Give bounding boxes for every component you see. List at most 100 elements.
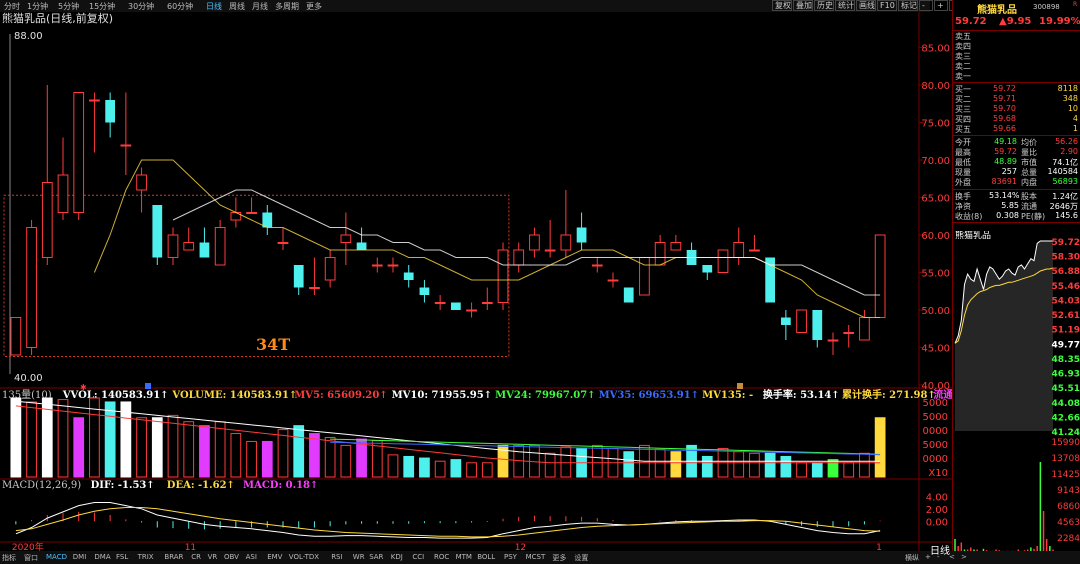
candle-body-4: [73, 92, 85, 213]
candle-body-12: [199, 242, 210, 258]
volume-bar-25: [403, 455, 415, 478]
candle-body-22: [356, 242, 367, 250]
toolbar-button-1[interactable]: 叠加: [793, 0, 813, 11]
intraday-volume-tick-0: 15990: [1051, 438, 1080, 448]
toolbar-button-7[interactable]: -: [919, 0, 933, 11]
quote-divider-2: [953, 82, 1080, 83]
volume-bar-14: [230, 433, 242, 478]
timeframe-tab-6[interactable]: 日线: [206, 1, 222, 12]
toolbar-button-8[interactable]: +: [934, 0, 948, 11]
marker-s-icon: [737, 383, 743, 389]
volume-header-4: MV10: 71955.95↑: [392, 390, 492, 401]
view-control-4[interactable]: >: [961, 553, 967, 561]
marker-star-icon: ✱: [80, 383, 87, 392]
indicator-tab-9[interactable]: VR: [208, 553, 218, 561]
view-control-0[interactable]: 横纵: [905, 553, 919, 563]
indicator-tab-2[interactable]: MACD: [46, 553, 67, 561]
macd-header-0: MACD(12,26,9): [2, 480, 81, 491]
toolbar-button-4[interactable]: 画线: [856, 0, 876, 11]
volume-bar-7: [120, 401, 132, 478]
indicator-tab-12[interactable]: EMV: [267, 553, 282, 561]
indicator-tab-15[interactable]: WR: [353, 553, 365, 561]
candle-body-48: [765, 257, 776, 303]
indicator-tab-19[interactable]: ROC: [434, 553, 449, 561]
toolbar-button-6[interactable]: 标记: [898, 0, 918, 11]
indicator-tab-25[interactable]: 设置: [574, 553, 588, 563]
volume-header-6: MV35: 69653.91↑: [599, 390, 699, 401]
indicator-tab-23[interactable]: MCST: [526, 553, 546, 561]
timeframe-tab-3[interactable]: 15分钟: [89, 1, 115, 12]
indicator-tab-16[interactable]: SAR: [369, 553, 383, 561]
timeframe-tab-0[interactable]: 分时: [4, 1, 20, 12]
indicator-tab-11[interactable]: ASI: [246, 553, 257, 561]
volume-bar-26: [419, 457, 430, 478]
timeframe-tab-9[interactable]: 多周期: [275, 1, 299, 12]
timeframe-tab-1[interactable]: 1分钟: [27, 1, 48, 12]
stat2-2-label-2: PE(静): [1021, 212, 1046, 221]
candle-body-24: [387, 264, 399, 267]
buy-level-3-volume: 4: [1072, 114, 1078, 123]
timeframe-tab-10[interactable]: 更多: [306, 1, 322, 12]
volume-bar-29: [466, 462, 477, 478]
stat2-2-label-1: 收益(8): [955, 212, 983, 221]
timeframe-tab-7[interactable]: 周线: [229, 1, 245, 12]
intraday-axis-tick-7: 49.77: [1052, 340, 1080, 350]
volume-header-3: MV5: 65609.20↑: [294, 390, 388, 401]
timeframe-tab-4[interactable]: 30分钟: [128, 1, 154, 12]
toolbar-button-2[interactable]: 历史: [814, 0, 834, 11]
indicator-tab-13[interactable]: VOL-TDX: [289, 553, 319, 561]
volume-bar-8: [136, 417, 147, 478]
indicator-tab-0[interactable]: 指标: [2, 553, 16, 563]
price-axis-tick-2: 75.00: [921, 119, 950, 130]
quote-divider-5: [953, 222, 1080, 223]
candle-body-9: [152, 205, 163, 258]
timeframe-tab-5[interactable]: 60分钟: [167, 1, 193, 12]
buy-level-3-price: 59.68: [993, 114, 1016, 123]
indicator-tab-6[interactable]: TRIX: [138, 553, 154, 561]
macd-axis-tick-0: 4.00: [926, 492, 948, 503]
stat-3-value-1: 257: [1001, 167, 1017, 176]
volume-bar-4: [73, 417, 85, 478]
toolbar-button-0[interactable]: 复权: [772, 0, 792, 11]
price-axis-tick-8: 45.00: [921, 344, 950, 355]
stat2-1-value-1: 5.85: [1001, 201, 1019, 210]
volume-bar-39: [623, 451, 635, 478]
indicator-tab-20[interactable]: MTM: [456, 553, 472, 561]
indicator-tab-3[interactable]: DMI: [73, 553, 87, 561]
indicator-tab-24[interactable]: 更多: [552, 553, 566, 563]
stat2-2-value-1: 0.308: [996, 211, 1019, 220]
timeframe-tab-2[interactable]: 5分钟: [58, 1, 79, 12]
indicator-tab-17[interactable]: KDJ: [391, 553, 403, 561]
timeframe-tab-8[interactable]: 月线: [252, 1, 268, 12]
price-change-pct: 19.99%: [1039, 16, 1080, 27]
daily-label: 日线: [930, 546, 950, 557]
indicator-tab-14[interactable]: RSI: [331, 553, 342, 561]
candle-body-37: [591, 264, 603, 267]
indicator-tab-21[interactable]: BOLL: [477, 553, 495, 561]
volume-bar-10: [167, 414, 179, 478]
candle-body-8: [136, 174, 147, 191]
indicator-tab-5[interactable]: FSL: [116, 553, 128, 561]
indicator-tab-22[interactable]: PSY: [504, 553, 517, 561]
box-label-34t: 34T: [256, 335, 290, 354]
volume-bar-50: [796, 462, 807, 478]
macd-axis-tick-1: 2.00: [926, 505, 948, 516]
intraday-axis-tick-9: 46.93: [1052, 369, 1080, 379]
indicator-tab-8[interactable]: CR: [191, 553, 201, 561]
volume-bar-27: [434, 460, 446, 478]
candle-body-13: [214, 227, 226, 266]
indicator-tab-18[interactable]: CCI: [412, 553, 424, 561]
candle-body-27: [434, 302, 446, 304]
intraday-axis-tick-5: 52.61: [1052, 311, 1080, 321]
toolbar-button-5[interactable]: F10: [877, 0, 897, 11]
volume-bar-12: [199, 425, 210, 478]
volume-bar-52: [827, 459, 839, 478]
indicator-tab-1[interactable]: 窗口: [24, 553, 38, 563]
indicator-tab-10[interactable]: OBV: [224, 553, 239, 561]
toolbar-button-3[interactable]: 统计: [835, 0, 855, 11]
candle-body-1: [26, 227, 37, 348]
intraday-volume-tick-6: 2284: [1057, 534, 1080, 544]
intraday-volume-tick-5: 4563: [1057, 518, 1080, 528]
indicator-tab-4[interactable]: DMA: [94, 553, 110, 561]
indicator-tab-7[interactable]: BRAR: [164, 553, 183, 561]
